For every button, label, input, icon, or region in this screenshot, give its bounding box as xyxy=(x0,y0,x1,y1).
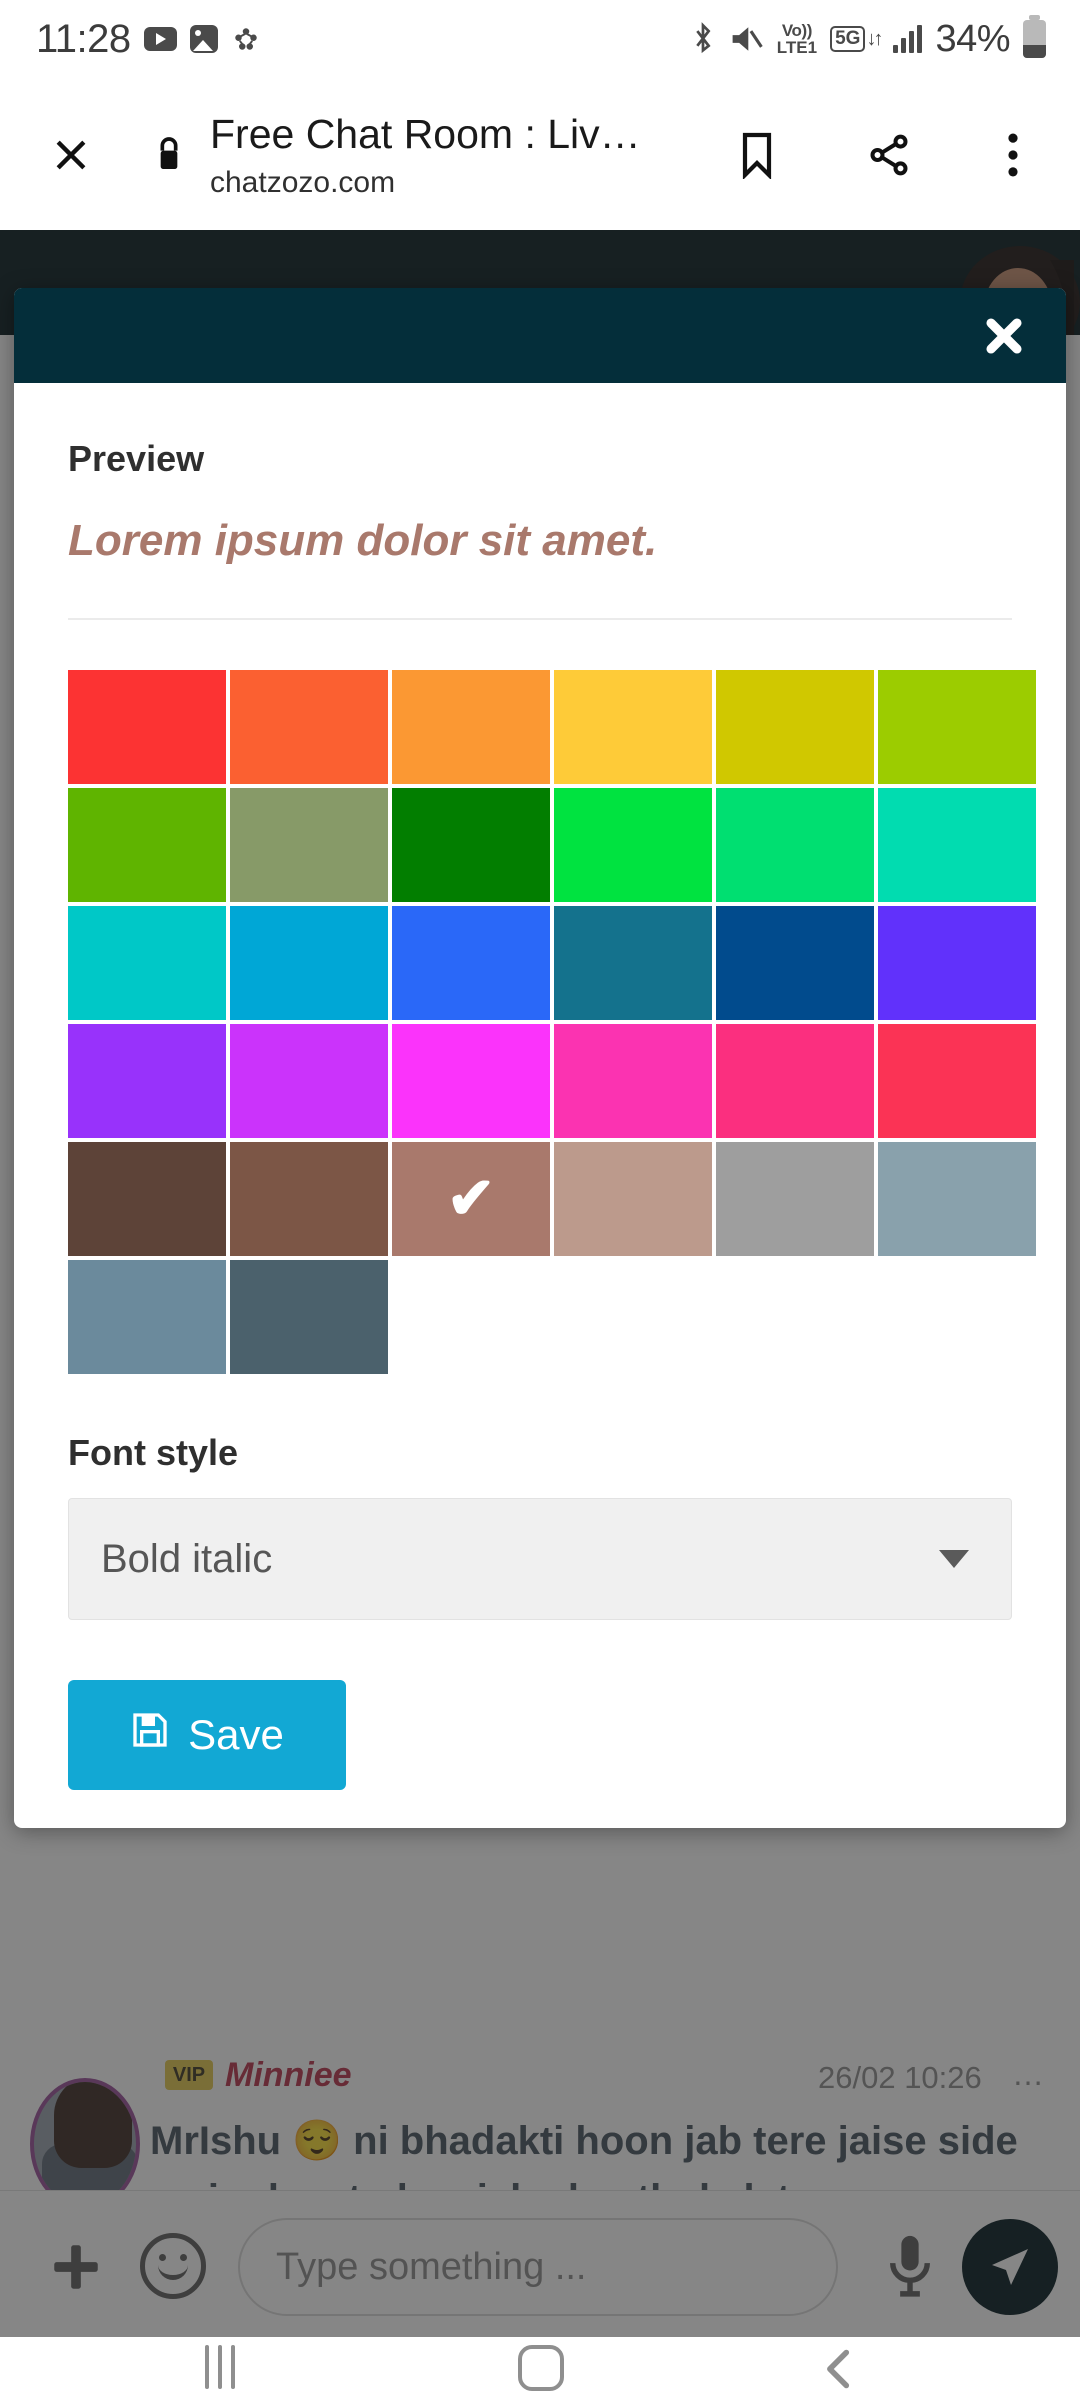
color-swatch[interactable] xyxy=(716,670,874,784)
signal-icon xyxy=(893,25,922,53)
color-swatch[interactable]: ✔ xyxy=(392,1142,550,1256)
save-button[interactable]: Save xyxy=(68,1680,346,1790)
color-swatch[interactable] xyxy=(392,788,550,902)
color-swatch-grid[interactable]: ✔ xyxy=(68,670,1012,1374)
color-swatch[interactable] xyxy=(230,1260,388,1374)
color-swatch[interactable] xyxy=(230,788,388,902)
color-swatch[interactable] xyxy=(68,1142,226,1256)
status-bar-left: 11:28 xyxy=(0,17,261,62)
font-style-value: Bold italic xyxy=(69,1537,272,1582)
floppy-disk-icon xyxy=(130,1710,170,1760)
chevron-down-icon xyxy=(939,1550,969,1568)
color-swatch[interactable] xyxy=(716,788,874,902)
network-type: 5G xyxy=(830,26,865,51)
share-icon[interactable] xyxy=(858,124,920,186)
save-button-label: Save xyxy=(188,1711,284,1759)
data-arrows: ↓↑ xyxy=(866,29,880,49)
youtube-icon xyxy=(144,27,177,51)
status-bar-right: Vo)) LTE1 5G ↓↑ 34% xyxy=(689,18,1080,61)
home-icon[interactable] xyxy=(518,2345,564,2391)
page-url: chatzozo.com xyxy=(210,163,690,202)
browser-chrome: Free Chat Room : Liv… chatzozo.com xyxy=(0,78,1080,230)
preview-text: Lorem ipsum dolor sit amet. xyxy=(68,516,1012,566)
bluetooth-icon xyxy=(689,22,717,56)
color-swatch[interactable] xyxy=(878,788,1036,902)
color-swatch[interactable] xyxy=(230,906,388,1020)
status-time: 11:28 xyxy=(36,17,131,62)
status-bar: 11:28 xyxy=(0,0,1080,78)
color-picker-dialog: Preview Lorem ipsum dolor sit amet. ✔ Fo… xyxy=(14,288,1066,1828)
divider xyxy=(68,618,1012,620)
font-style-label: Font style xyxy=(68,1432,1012,1474)
dialog-body: Preview Lorem ipsum dolor sit amet. ✔ Fo… xyxy=(14,438,1066,1790)
cluster-icon xyxy=(231,24,261,54)
color-swatch[interactable] xyxy=(230,1142,388,1256)
lock-icon xyxy=(152,134,186,179)
volte-icon: Vo)) LTE1 xyxy=(777,22,817,56)
color-swatch[interactable] xyxy=(68,670,226,784)
more-options-icon[interactable] xyxy=(982,124,1044,186)
back-icon[interactable] xyxy=(820,2347,858,2396)
color-swatch[interactable] xyxy=(878,906,1036,1020)
color-swatch[interactable] xyxy=(554,1024,712,1138)
close-icon[interactable] xyxy=(42,126,100,184)
color-swatch[interactable] xyxy=(68,1024,226,1138)
page-title: Free Chat Room : Liv… xyxy=(210,108,690,161)
bookmark-icon[interactable] xyxy=(726,124,788,186)
color-swatch[interactable] xyxy=(716,1142,874,1256)
color-swatch[interactable] xyxy=(716,906,874,1020)
phone-screen: 11:28 xyxy=(0,0,1080,2400)
color-swatch[interactable] xyxy=(392,670,550,784)
close-icon[interactable] xyxy=(970,302,1038,370)
image-icon xyxy=(190,25,218,53)
android-nav-bar xyxy=(0,2337,1080,2400)
check-icon: ✔ xyxy=(392,1142,550,1256)
color-swatch[interactable] xyxy=(230,670,388,784)
font-style-select[interactable]: Bold italic xyxy=(68,1498,1012,1620)
color-swatch[interactable] xyxy=(392,1024,550,1138)
battery-percent: 34% xyxy=(935,18,1010,61)
color-swatch[interactable] xyxy=(68,906,226,1020)
color-swatch[interactable] xyxy=(554,670,712,784)
color-swatch[interactable] xyxy=(878,1142,1036,1256)
dialog-header xyxy=(14,288,1066,383)
color-swatch[interactable] xyxy=(68,788,226,902)
color-swatch[interactable] xyxy=(878,1024,1036,1138)
color-swatch[interactable] xyxy=(68,1260,226,1374)
volume-mute-icon xyxy=(730,24,764,54)
color-swatch[interactable] xyxy=(554,788,712,902)
color-swatch[interactable] xyxy=(878,670,1036,784)
preview-label: Preview xyxy=(68,438,1012,480)
battery-icon xyxy=(1023,20,1046,58)
recents-icon[interactable] xyxy=(205,2345,235,2389)
color-swatch[interactable] xyxy=(554,1142,712,1256)
color-swatch[interactable] xyxy=(392,906,550,1020)
address-bar[interactable]: Free Chat Room : Liv… chatzozo.com xyxy=(210,108,690,202)
color-swatch[interactable] xyxy=(716,1024,874,1138)
network-5g-icon: 5G ↓↑ xyxy=(830,26,880,51)
color-swatch[interactable] xyxy=(230,1024,388,1138)
color-swatch[interactable] xyxy=(554,906,712,1020)
